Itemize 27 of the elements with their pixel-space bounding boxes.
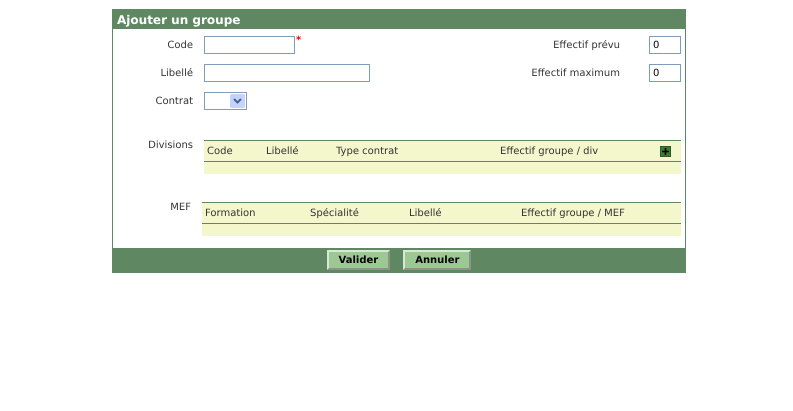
column-header: Type contrat xyxy=(336,146,400,156)
column-header: Formation xyxy=(205,208,256,218)
number-field[interactable]: 0 xyxy=(649,64,681,82)
column-header: Libellé xyxy=(409,208,443,218)
column-header: Libellé xyxy=(266,146,300,156)
add-button[interactable] xyxy=(660,146,671,156)
text-field[interactable] xyxy=(204,36,295,54)
select-field[interactable] xyxy=(204,92,247,110)
dialog-title: Ajouter un groupe xyxy=(113,10,685,29)
validate-button[interactable]: Valider xyxy=(326,250,390,270)
section-label: MEF xyxy=(169,202,191,213)
field-label: Libellé xyxy=(159,68,193,78)
chevron-down-icon xyxy=(230,94,245,108)
number-field[interactable]: 0 xyxy=(649,36,681,54)
cancel-button[interactable]: Annuler xyxy=(403,250,472,270)
section-label: Divisions xyxy=(147,140,193,151)
required-mark: * xyxy=(296,35,302,46)
column-header: Effectif groupe / MEF xyxy=(521,208,626,218)
field-label: Contrat xyxy=(154,96,193,106)
column-header: Effectif groupe / div xyxy=(500,146,600,156)
plus-icon xyxy=(662,148,669,154)
column-header: Spécialité xyxy=(310,208,360,218)
field-label: Code xyxy=(166,40,193,50)
text-field[interactable] xyxy=(204,64,370,82)
field-label: Effectif prévu xyxy=(553,40,620,50)
column-header: Code xyxy=(207,146,234,156)
field-label: Effectif maximum xyxy=(531,68,620,78)
